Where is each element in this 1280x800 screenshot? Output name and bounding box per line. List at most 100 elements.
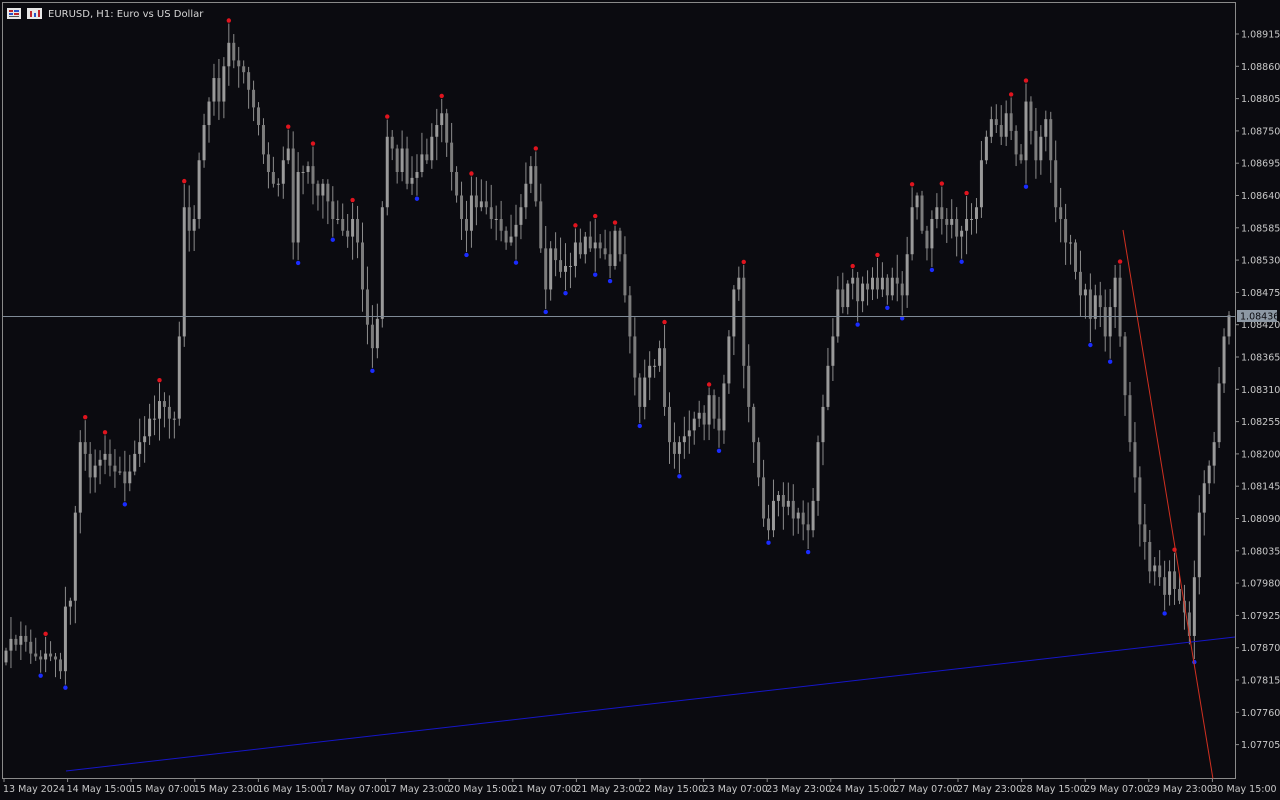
candle-body	[232, 42, 236, 61]
candle-body	[9, 638, 13, 651]
fractal-up-marker	[439, 93, 444, 99]
candle-body	[484, 201, 488, 208]
candle-body	[806, 524, 810, 531]
x-tick-label: 14 May 15:00	[67, 784, 132, 795]
candle-body	[93, 465, 97, 478]
candle-body	[182, 207, 186, 337]
candle-body	[712, 395, 716, 419]
candle-body	[29, 641, 33, 654]
candle-body	[311, 166, 315, 184]
candle-body	[1069, 242, 1073, 244]
y-tick-label: 1.08200	[1241, 449, 1280, 460]
candle-body	[568, 265, 572, 267]
candle-body	[1207, 465, 1211, 484]
candle-body	[58, 659, 62, 672]
fractal-up-marker	[612, 220, 618, 225]
candle-body	[578, 242, 582, 255]
candle-body	[945, 218, 949, 225]
candle-body	[316, 183, 320, 196]
candle-body	[801, 512, 805, 525]
chart-menu-icon[interactable]	[7, 8, 21, 19]
fractal-down-marker	[929, 267, 935, 273]
candle-body	[1128, 395, 1132, 443]
fractal-down-marker	[593, 272, 598, 277]
candle-body	[1192, 577, 1196, 636]
candle-body	[618, 230, 622, 255]
candle-body	[846, 283, 850, 308]
price-chart[interactable]: 1.08915 1.08860 1.08805 1.08750 1.08695 1.086…	[0, 0, 1280, 800]
candle-body	[385, 136, 389, 208]
candle-body	[504, 230, 508, 243]
candle-body	[1004, 113, 1008, 137]
candle-body	[138, 442, 142, 454]
candle-body	[1034, 130, 1038, 161]
candle-body	[628, 295, 632, 337]
candle-body	[415, 172, 419, 178]
y-tick-label: 1.08255	[1241, 417, 1280, 428]
candle-body	[702, 412, 706, 425]
candle-body	[68, 600, 72, 607]
candle-body	[207, 101, 211, 126]
candle-body	[603, 248, 607, 255]
candle-body	[940, 207, 944, 219]
chart-type-icon[interactable]	[27, 8, 42, 19]
candle-body	[643, 377, 647, 407]
candle-body	[301, 172, 305, 174]
candle-body	[336, 218, 340, 220]
candle-body	[123, 471, 127, 484]
candle-body	[658, 348, 662, 366]
fractal-down-marker	[543, 309, 548, 315]
candle-body	[271, 172, 275, 184]
fractal-down-marker	[885, 305, 890, 310]
candle-body	[707, 395, 711, 425]
candle-body	[796, 512, 800, 519]
candle-body	[212, 78, 216, 102]
candle-body	[405, 148, 409, 184]
candle-body	[217, 78, 221, 102]
fractal-up-marker	[706, 382, 712, 387]
y-tick-label: 1.07705	[1241, 740, 1280, 751]
x-tick-label: 15 May 07:00	[130, 784, 195, 795]
fractal-down-marker	[295, 260, 301, 266]
candle-body	[757, 442, 761, 478]
candle-body	[970, 218, 974, 220]
fractal-down-marker	[464, 252, 469, 258]
fractal-down-marker	[716, 448, 722, 453]
candle-body	[1138, 477, 1142, 525]
candle-body	[767, 518, 771, 531]
candle-body	[435, 125, 439, 137]
candle-body	[162, 401, 166, 407]
candle-body	[866, 283, 870, 290]
candle-body	[1078, 271, 1082, 296]
candle-body	[747, 365, 751, 407]
candle-body	[742, 277, 746, 366]
fractal-up-marker	[102, 430, 108, 435]
candle-body	[266, 154, 270, 173]
candle-body	[494, 218, 498, 220]
candle-body	[534, 166, 538, 202]
candle-body	[44, 653, 48, 660]
candle-body	[375, 318, 379, 349]
y-tick-label: 1.08585	[1241, 223, 1280, 234]
candle-body	[1019, 154, 1023, 161]
candle-body	[687, 430, 691, 437]
fractal-up-marker	[226, 18, 232, 23]
candle-body	[1064, 218, 1068, 243]
candle-body	[994, 119, 998, 126]
fractal-up-marker	[43, 631, 48, 637]
candle-body	[108, 453, 112, 466]
candle-body	[559, 260, 563, 272]
candle-body	[1039, 136, 1043, 161]
candle-body	[965, 218, 969, 231]
candle-body	[390, 136, 394, 149]
x-tick-label: 23 May 23:00	[766, 784, 831, 795]
candle-body	[821, 406, 825, 443]
candle-body	[1197, 512, 1201, 578]
candle-body	[900, 283, 904, 296]
candle-body	[905, 254, 909, 296]
candle-body	[103, 453, 107, 460]
candle-body	[172, 418, 176, 420]
y-tick-label: 1.08915	[1241, 30, 1280, 41]
candle-body	[950, 218, 954, 225]
candle-body	[242, 66, 246, 73]
